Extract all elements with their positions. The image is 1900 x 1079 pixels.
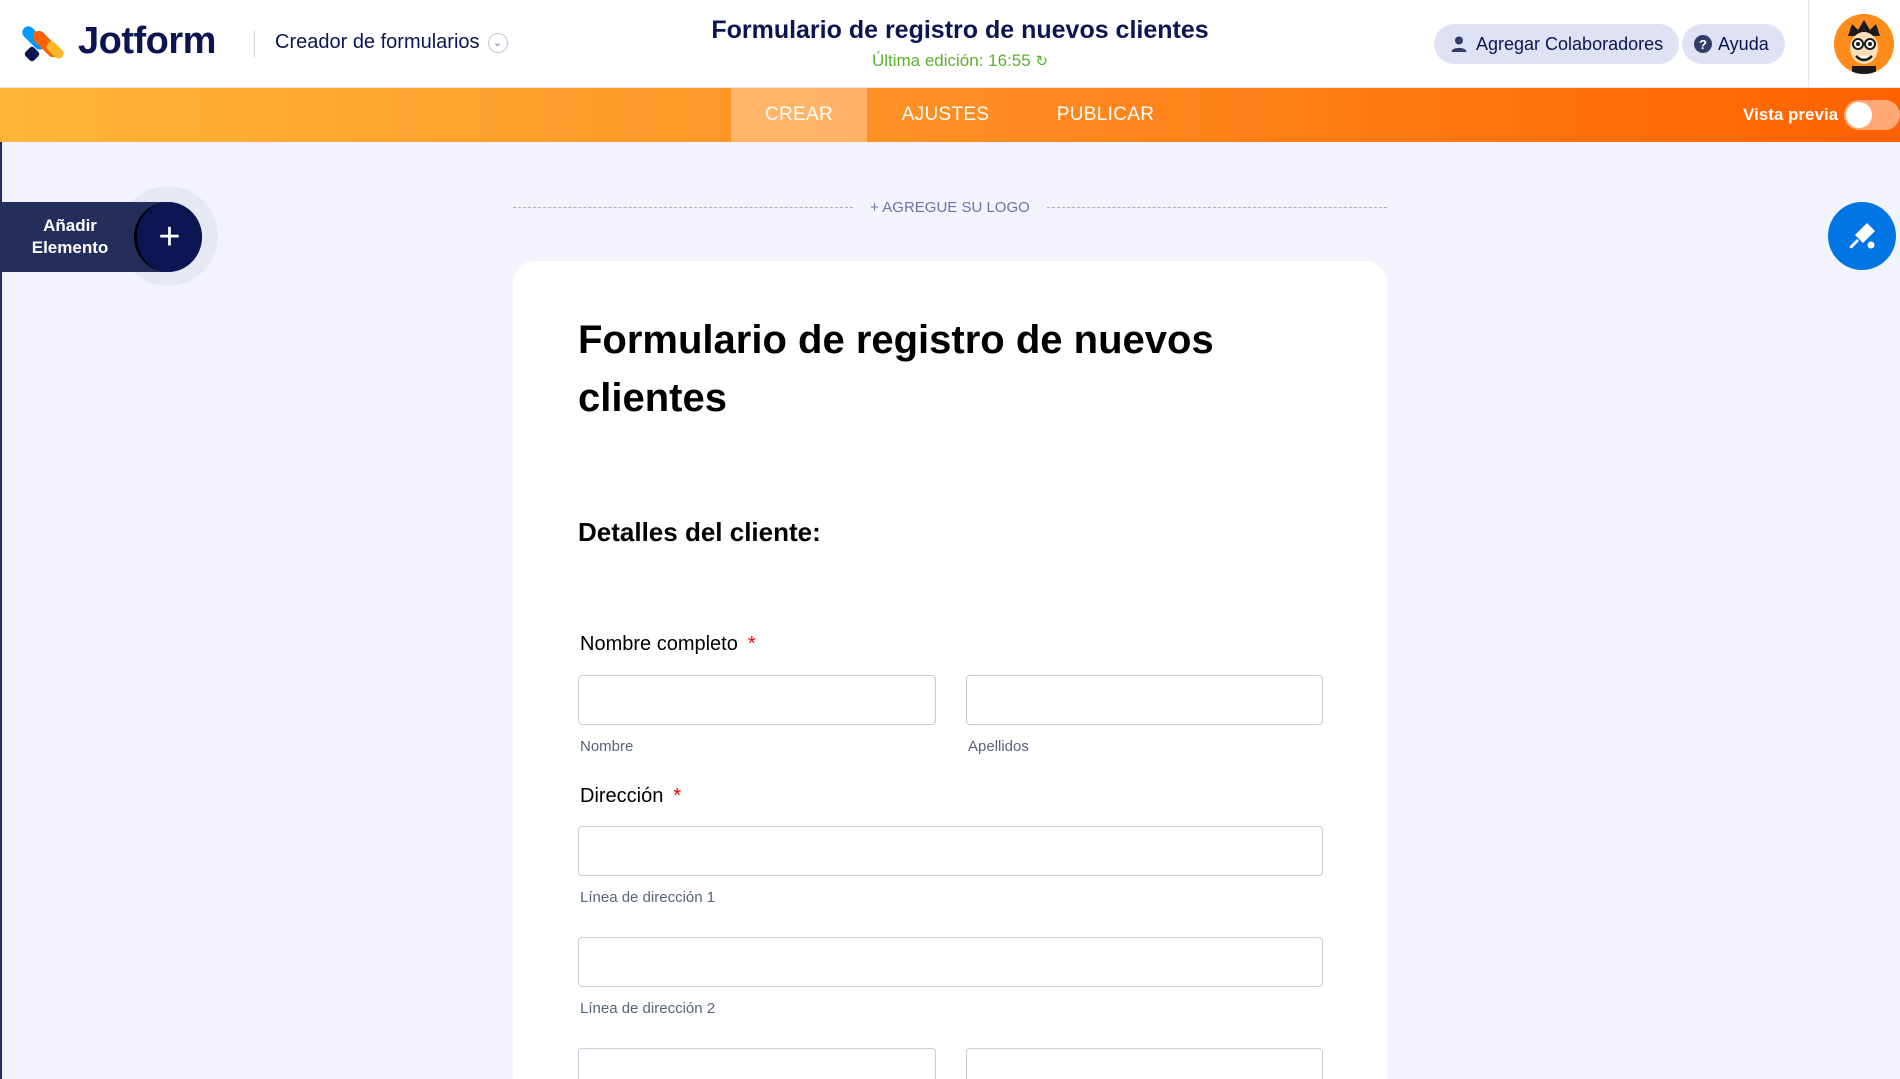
address-label-text: Dirección (580, 785, 664, 807)
paint-roller-icon (1849, 223, 1875, 249)
builder-menu-label: Creador de formularios (275, 31, 480, 53)
logo-divider-left (513, 207, 853, 208)
plus-icon: + (158, 215, 181, 258)
last-name-input[interactable] (966, 675, 1323, 725)
builder-menu[interactable]: Creador de formularios ⌄ (275, 31, 508, 54)
address-line2-sublabel: Línea de dirección 2 (580, 1000, 716, 1017)
preview-label: Vista previa (1743, 105, 1839, 124)
city-input[interactable] (578, 1048, 936, 1079)
top-header: Jotform Creador de formularios ⌄ Formula… (0, 0, 1900, 88)
header-divider (254, 30, 255, 58)
form-designer-button[interactable] (1828, 202, 1896, 270)
first-name-input[interactable] (578, 675, 936, 725)
last-edit-status: Última edición: 16:55 ↻ (560, 51, 1360, 71)
preview-toggle[interactable] (1844, 100, 1900, 130)
help-label: Ayuda (1718, 33, 1769, 54)
add-collaborators-button[interactable]: Agregar Colaboradores (1434, 24, 1680, 64)
add-element-button[interactable]: + (134, 202, 202, 272)
add-element-label-line1: Añadir (43, 216, 97, 235)
add-logo-link[interactable]: + AGREGUE SU LOGO (850, 199, 1050, 216)
add-element-label-line2: Elemento (31, 238, 109, 257)
form-card: Formulario de registro de nuevos cliente… (513, 261, 1387, 1079)
address-label[interactable]: Dirección * (580, 785, 681, 808)
builder-nav-bar: CREAR AJUSTES PUBLICAR Vista previa (0, 88, 1900, 142)
add-collaborators-label: Agregar Colaboradores (1476, 33, 1664, 54)
address-line1-input[interactable] (578, 826, 1323, 876)
logo-wordmark: Jotform (78, 20, 216, 62)
full-name-label-text: Nombre completo (580, 633, 738, 655)
address-line2-input[interactable] (578, 937, 1323, 987)
jotform-logo-icon (19, 22, 66, 62)
help-icon: ? (1694, 35, 1712, 53)
state-input[interactable] (966, 1048, 1323, 1079)
history-icon[interactable]: ↻ (1035, 53, 1048, 70)
required-mark: * (747, 633, 756, 655)
full-name-label[interactable]: Nombre completo * (580, 633, 756, 656)
avatar-divider (1808, 0, 1809, 88)
tab-publicar[interactable]: PUBLICAR (1040, 88, 1171, 142)
last-edit-text: Última edición: 16:55 (871, 51, 1031, 70)
avatar-face-icon (1834, 14, 1894, 74)
section-heading[interactable]: Detalles del cliente: (578, 517, 821, 548)
address-line1-sublabel: Línea de dirección 1 (580, 889, 716, 906)
add-element-label[interactable]: Añadir Elemento (22, 215, 118, 259)
first-name-sublabel: Nombre (580, 738, 634, 755)
jotform-logo[interactable]: Jotform (19, 20, 216, 63)
add-element-widget: Añadir Elemento + (0, 186, 218, 288)
logo-divider-right (1047, 207, 1387, 208)
tab-crear[interactable]: CREAR (731, 88, 867, 142)
form-title[interactable]: Formulario de registro de nuevos cliente… (560, 16, 1360, 45)
form-heading[interactable]: Formulario de registro de nuevos cliente… (578, 311, 1278, 427)
user-avatar[interactable] (1834, 14, 1894, 74)
last-name-sublabel: Apellidos (968, 738, 1029, 755)
tab-ajustes[interactable]: AJUSTES (888, 88, 1003, 142)
toggle-knob (1846, 102, 1872, 128)
chevron-down-icon: ⌄ (487, 32, 508, 53)
user-icon (1451, 36, 1467, 52)
required-mark: * (673, 785, 682, 807)
help-button[interactable]: ? Ayuda (1682, 24, 1785, 64)
